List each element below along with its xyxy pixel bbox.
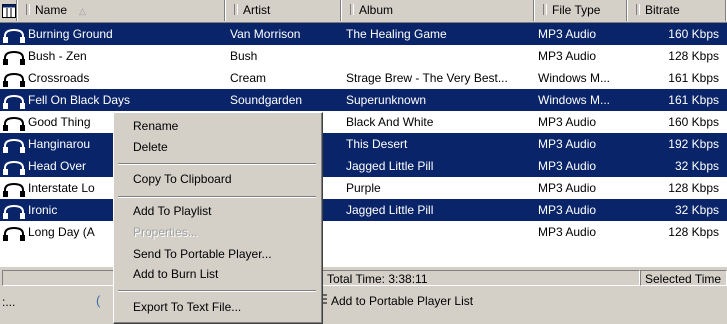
- menu-item-properties: Properties...: [133, 225, 198, 239]
- add-to-portable-player-list[interactable]: Add to Portable Player List: [331, 294, 473, 308]
- headphones-icon: [3, 160, 25, 175]
- context-menu: Rename Delete Copy To Clipboard Add To P…: [113, 112, 323, 324]
- cell-album: This Desert: [346, 137, 408, 151]
- cell-album: Jagged Little Pill: [346, 159, 434, 173]
- refresh-icon[interactable]: (: [96, 293, 100, 308]
- menu-item-delete[interactable]: Delete: [133, 137, 168, 157]
- cell-file-type: Windows M...: [538, 71, 611, 85]
- column-header-album[interactable]: Album: [342, 0, 535, 21]
- bottom-left-text: :...: [2, 295, 16, 309]
- cell-artist: Soundgarden: [230, 93, 303, 107]
- menu-item-add-to-playlist[interactable]: Add To Playlist: [133, 201, 212, 221]
- cell-bitrate: 128 Kbps: [668, 181, 719, 195]
- menu-item-export-to-text-file[interactable]: Export To Text File...: [133, 297, 241, 317]
- cell-bitrate: 160 Kbps: [668, 27, 719, 41]
- cell-file-type: MP3 Audio: [538, 27, 597, 41]
- menu-separator: [118, 290, 316, 292]
- cell-album: [346, 221, 532, 243]
- headphones-icon: [3, 204, 25, 219]
- cell-file-type: MP3 Audio: [538, 203, 597, 217]
- menu-item-rename[interactable]: Rename: [133, 116, 178, 136]
- table-row[interactable]: IroniceJagged Little PillMP3 Audio32 Kbp…: [0, 199, 727, 221]
- cell-file-type: MP3 Audio: [538, 181, 597, 195]
- cell-name: Fell On Black Days: [28, 93, 131, 107]
- cell-bitrate: 192 Kbps: [668, 137, 719, 151]
- menu-separator: [118, 163, 316, 165]
- menu-item-copy-to-clipboard[interactable]: Copy To Clipboard: [133, 169, 232, 189]
- table-row[interactable]: Bush - Zen Bush MP3 Audio 128 Kbps: [0, 45, 727, 67]
- cell-file-type: MP3 Audio: [538, 115, 597, 129]
- column-header-file-type[interactable]: File Type: [535, 0, 628, 21]
- column-header-bitrate[interactable]: Bitrate: [628, 0, 727, 21]
- cell-artist: Cream: [230, 71, 267, 85]
- cell-artist: Bush: [230, 49, 258, 63]
- table-row[interactable]: Head OvereJagged Little PillMP3 Audio32 …: [0, 155, 727, 177]
- cell-name: Burning Ground: [28, 27, 113, 41]
- cell-name: Bush - Zen: [28, 49, 87, 63]
- cell-album: Strage Brew - The Very Best...: [346, 71, 508, 85]
- cell-artist: Van Morrison: [230, 27, 301, 41]
- menu-item-add-to-burn-list[interactable]: Add to Burn List: [133, 264, 218, 284]
- headphones-icon: [3, 116, 25, 131]
- cell-album: Purple: [346, 181, 381, 195]
- cell-album: Black And White: [346, 115, 434, 129]
- headphones-icon: [3, 182, 25, 197]
- column-header-bar: Name △ Artist Album File Type Bitrate: [0, 0, 727, 23]
- table-row[interactable]: Burning Ground Van Morrison The Healing Ga…: [0, 23, 727, 45]
- cell-file-type: MP3 Audio: [538, 159, 597, 173]
- cell-bitrate: 161 Kbps: [668, 71, 719, 85]
- selected-time: Selected Time: [640, 270, 727, 286]
- headphones-icon: [3, 28, 25, 43]
- column-header-artist[interactable]: Artist: [226, 0, 342, 21]
- cell-file-type: Windows M...: [538, 93, 611, 107]
- table-row[interactable]: Hanginarou:This DesertMP3 Audio192 Kbps: [0, 133, 727, 155]
- cell-bitrate: 32 Kbps: [674, 203, 719, 217]
- cell-file-type: MP3 Audio: [538, 137, 597, 151]
- cell-album: [346, 45, 532, 67]
- headphones-icon: [3, 94, 25, 109]
- sort-ascending-icon: △: [79, 6, 86, 16]
- cell-bitrate: 32 Kbps: [674, 159, 719, 173]
- cell-album: The Healing Game: [346, 27, 447, 41]
- headphones-icon: [3, 226, 25, 241]
- cell-album: Jagged Little Pill: [346, 203, 434, 217]
- cell-name: Crossroads: [28, 71, 90, 85]
- cell-bitrate: 128 Kbps: [668, 49, 719, 63]
- menu-item-send-to-portable-player[interactable]: Send To Portable Player...: [133, 244, 272, 264]
- bottom-toolbar: :... ( Add to Portable Player List: [0, 287, 727, 318]
- headphones-icon: [3, 72, 25, 87]
- column-header-name[interactable]: Name △: [18, 0, 226, 21]
- headphones-icon: [3, 50, 25, 65]
- cell-bitrate: 160 Kbps: [668, 115, 719, 129]
- cell-bitrate: 128 Kbps: [668, 225, 719, 239]
- cell-bitrate: 161 Kbps: [668, 93, 719, 107]
- menu-separator: [118, 196, 316, 198]
- track-list[interactable]: Name △ Artist Album File Type Bitrate Bur…: [0, 0, 727, 266]
- columns-icon[interactable]: [0, 0, 18, 21]
- total-time: Total Time: 3:38:11: [322, 270, 640, 286]
- table-row[interactable]: Good Thing Black And White MP3 Audio 160 Kb…: [0, 111, 727, 133]
- headphones-icon: [3, 138, 25, 153]
- cell-file-type: MP3 Audio: [538, 49, 597, 63]
- cell-album: Superunknown: [346, 93, 427, 107]
- status-bar: Total Time: 3:38:11 Selected Time: [0, 266, 727, 287]
- table-row[interactable]: Crossroads Cream Strage Brew - The Very Be…: [0, 67, 727, 89]
- table-row[interactable]: Long Day (A MP3 Audio 128 Kbps: [0, 221, 727, 243]
- table-row[interactable]: Fell On Black Days Soundgarden Superunknow…: [0, 89, 727, 111]
- cell-file-type: MP3 Audio: [538, 225, 597, 239]
- table-row[interactable]: Interstate LoP...PurpleMP3 Audio128 Kbps: [0, 177, 727, 199]
